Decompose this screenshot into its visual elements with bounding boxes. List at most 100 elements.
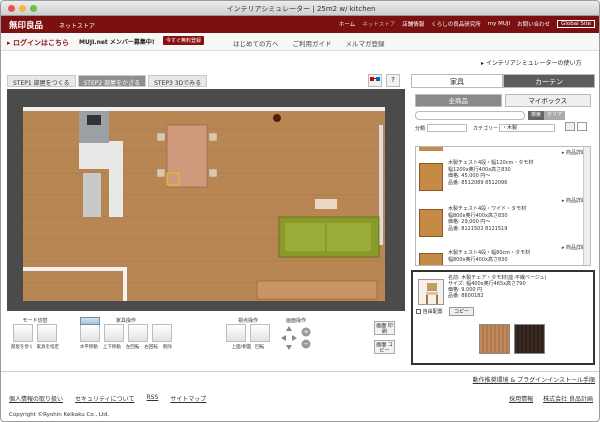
rotate-left-button[interactable] xyxy=(103,324,124,342)
wall-clock[interactable] xyxy=(273,114,281,122)
muji-logo[interactable]: 無印良品 xyxy=(9,19,43,31)
selected-item-text: 名前: 木製チェア・タモ材(座:平織ベージュ) サイズ: 幅400x奥行465x… xyxy=(448,275,546,299)
filter-select-2[interactable]: ・木製 xyxy=(499,124,555,132)
link-guide[interactable]: ご利用ガイド xyxy=(293,38,332,48)
step-tabs: STEP1 部屋をつくる STEP2 部屋をかざる STEP3 3Dでみる xyxy=(7,75,208,87)
list-view-icon[interactable] xyxy=(565,122,575,131)
dining-table[interactable] xyxy=(166,124,208,188)
filter-select-1[interactable] xyxy=(427,124,467,132)
global-site-button[interactable]: Global Site xyxy=(557,20,595,28)
chair[interactable] xyxy=(208,168,218,178)
low-chest[interactable] xyxy=(256,280,378,300)
search-button[interactable]: 検索 xyxy=(528,111,545,120)
grid-view-icon[interactable] xyxy=(577,122,587,131)
tab-curtain[interactable]: カーテン xyxy=(503,74,595,88)
link-sitemap[interactable]: サイトマップ xyxy=(170,394,206,403)
floor-plan[interactable] xyxy=(7,89,405,311)
step3-tab[interactable]: STEP3 3Dでみる xyxy=(148,75,208,87)
copy-screen-button[interactable]: 画面 コピー xyxy=(374,340,395,354)
rotate-right-button[interactable] xyxy=(127,324,148,342)
free-placement-checkbox[interactable] xyxy=(416,309,421,314)
link-newsletter[interactable]: メルマガ登録 xyxy=(346,38,385,48)
item-name: 木製チェスト4段・幅120cm・タモ材 xyxy=(448,160,534,166)
move-horizontal-button[interactable] xyxy=(80,317,100,325)
item-text: 木製チェスト4段・ワイド・タモ材 幅800x奥行400x高さ830 価格: 29… xyxy=(448,206,526,232)
furniture-mode-label: 家具を指定 xyxy=(36,345,60,350)
wood-swatch-light[interactable] xyxy=(479,324,510,354)
link-rss[interactable]: RSS xyxy=(146,394,158,403)
clear-button[interactable]: クリア xyxy=(544,111,566,120)
login-link[interactable]: ▸ ログインはこちら xyxy=(7,38,69,48)
link-security[interactable]: セキュリティについて xyxy=(75,394,134,403)
rotate-right-label: 右回転 xyxy=(144,345,158,350)
nav-netstore[interactable]: ネットストア xyxy=(362,20,395,28)
chair[interactable] xyxy=(156,132,166,142)
room-canvas[interactable] xyxy=(7,89,405,311)
list-item[interactable]: 木製チェスト4段・ワイド・タモ材 幅800x奥行400x高さ830 価格: 29… xyxy=(416,203,584,243)
link-privacy[interactable]: 個人情報の取り扱い xyxy=(9,394,63,403)
nav-home[interactable]: ホーム xyxy=(339,20,355,28)
free-placement[interactable]: 自由配置 xyxy=(416,308,443,315)
product-list[interactable]: ▸ 商品詳細 木製チェスト4段・幅120cm・タモ材 幅1200x奥行400x高… xyxy=(415,146,591,266)
top-side-view-button[interactable] xyxy=(226,324,246,342)
stove[interactable] xyxy=(83,173,101,217)
screen-ops-group: 画面操作 + − xyxy=(279,317,313,354)
link-careers[interactable]: 採用情報 xyxy=(509,394,533,403)
item-name: 木製チェスト4段・ワイド・タモ材 xyxy=(448,206,527,212)
list-item[interactable]: 木製チェスト4段・幅120cm・タモ材 幅1200x奥行400x高さ830 価格… xyxy=(416,157,584,197)
browser-window: インテリアシミュレーター | 25m2 w/ kitchen 無印良品 ネットス… xyxy=(0,0,600,422)
item-name: 木製チェスト4段・幅80cm・タモ材 xyxy=(448,250,531,256)
window-title: インテリアシミュレーター | 25m2 w/ kitchen xyxy=(226,5,376,13)
rotate-view-button[interactable] xyxy=(249,324,270,342)
help-button[interactable]: ? xyxy=(386,74,400,87)
logo-subtitle: ネットストア xyxy=(59,23,96,30)
chair[interactable] xyxy=(156,168,166,178)
howto-link[interactable]: ▸ インテリアシミュレーターの使い方 xyxy=(481,58,582,67)
selected-chair-thumb xyxy=(418,279,444,305)
subtab-all[interactable]: 全商品 xyxy=(415,94,502,107)
howto-label: インテリアシミュレーターの使い方 xyxy=(485,60,582,67)
walk-mode-label: 部屋を歩く xyxy=(11,345,34,350)
register-button[interactable]: 今すぐ無料登録 xyxy=(163,36,205,45)
panel-subtabs: 全商品 マイボックス xyxy=(415,94,591,107)
filter-label-2: カテゴリー xyxy=(473,126,499,132)
list-item[interactable]: 木製チェスト4段・幅80cm・タモ材 幅800x奥行400x高さ830 xyxy=(416,247,584,265)
move-vertical-button[interactable] xyxy=(80,324,100,342)
nav-stores[interactable]: 店舗情報 xyxy=(402,20,424,28)
delete-button[interactable] xyxy=(151,324,172,342)
nav-mymuji[interactable]: my MUJI xyxy=(488,21,510,27)
svg-text:−: − xyxy=(303,340,309,348)
wood-swatch-dark[interactable] xyxy=(514,324,545,354)
svg-text:+: + xyxy=(303,328,309,336)
delete-label: 削除 xyxy=(162,345,172,350)
copy-item-button[interactable]: コピー xyxy=(449,307,475,316)
pan-zoom-pad[interactable]: + − xyxy=(279,324,313,352)
search-input[interactable] xyxy=(415,111,525,120)
nav-lab[interactable]: くらしの良品研究所 xyxy=(431,20,481,28)
nav-contact[interactable]: お問い合わせ xyxy=(517,20,550,28)
walk-mode-button[interactable] xyxy=(13,324,34,342)
tab-furniture[interactable]: 家具 xyxy=(411,74,503,88)
link-company[interactable]: 株式会社 良品計画 xyxy=(543,394,593,403)
footer-links: 個人情報の取り扱い セキュリティについて RSS サイトマップ xyxy=(9,394,206,403)
item-text: 木製チェスト4段・幅80cm・タモ材 幅800x奥行400x高さ830 xyxy=(448,250,530,263)
list-scrollbar[interactable] xyxy=(583,147,590,265)
sink-counter[interactable] xyxy=(79,143,109,169)
login-label: ログインはこちら xyxy=(12,39,69,47)
page-footer: 動作推奨環境 & プラグインインストール手順 個人情報の取り扱い セキュリティに… xyxy=(1,371,599,421)
step1-tab[interactable]: STEP1 部屋をつくる xyxy=(7,75,76,87)
install-guide-link[interactable]: 動作推奨環境 & プラグインインストール手順 xyxy=(473,375,595,384)
mode-group: モード切替 部屋を歩く 家具を指定 xyxy=(11,317,59,350)
step2-tab[interactable]: STEP2 部屋をかざる xyxy=(77,75,147,87)
chair[interactable] xyxy=(208,132,218,142)
move-horizontal-label: 水平移動 xyxy=(79,345,98,350)
link-first-time[interactable]: はじめての方へ xyxy=(233,38,279,48)
view-ops-title: 視点操作 xyxy=(237,318,258,324)
subtab-mybox[interactable]: マイボックス xyxy=(504,94,591,107)
item-text: 木製チェスト4段・幅120cm・タモ材 幅1200x奥行400x高さ830 価格… xyxy=(448,160,533,186)
selected-item-panel: 名前: 木製チェア・タモ材(座:平織ベージュ) サイズ: 幅400x奥行465x… xyxy=(411,270,595,365)
print-screen-button[interactable]: 画面 印刷 xyxy=(374,321,395,335)
furniture-mode-button[interactable] xyxy=(36,324,57,342)
product-panel: 家具 カーテン 全商品 マイボックス 検索 クリア 分類 カテゴリー ・木製 ▸… xyxy=(411,74,595,367)
glasses-3d-icon[interactable] xyxy=(368,74,382,87)
